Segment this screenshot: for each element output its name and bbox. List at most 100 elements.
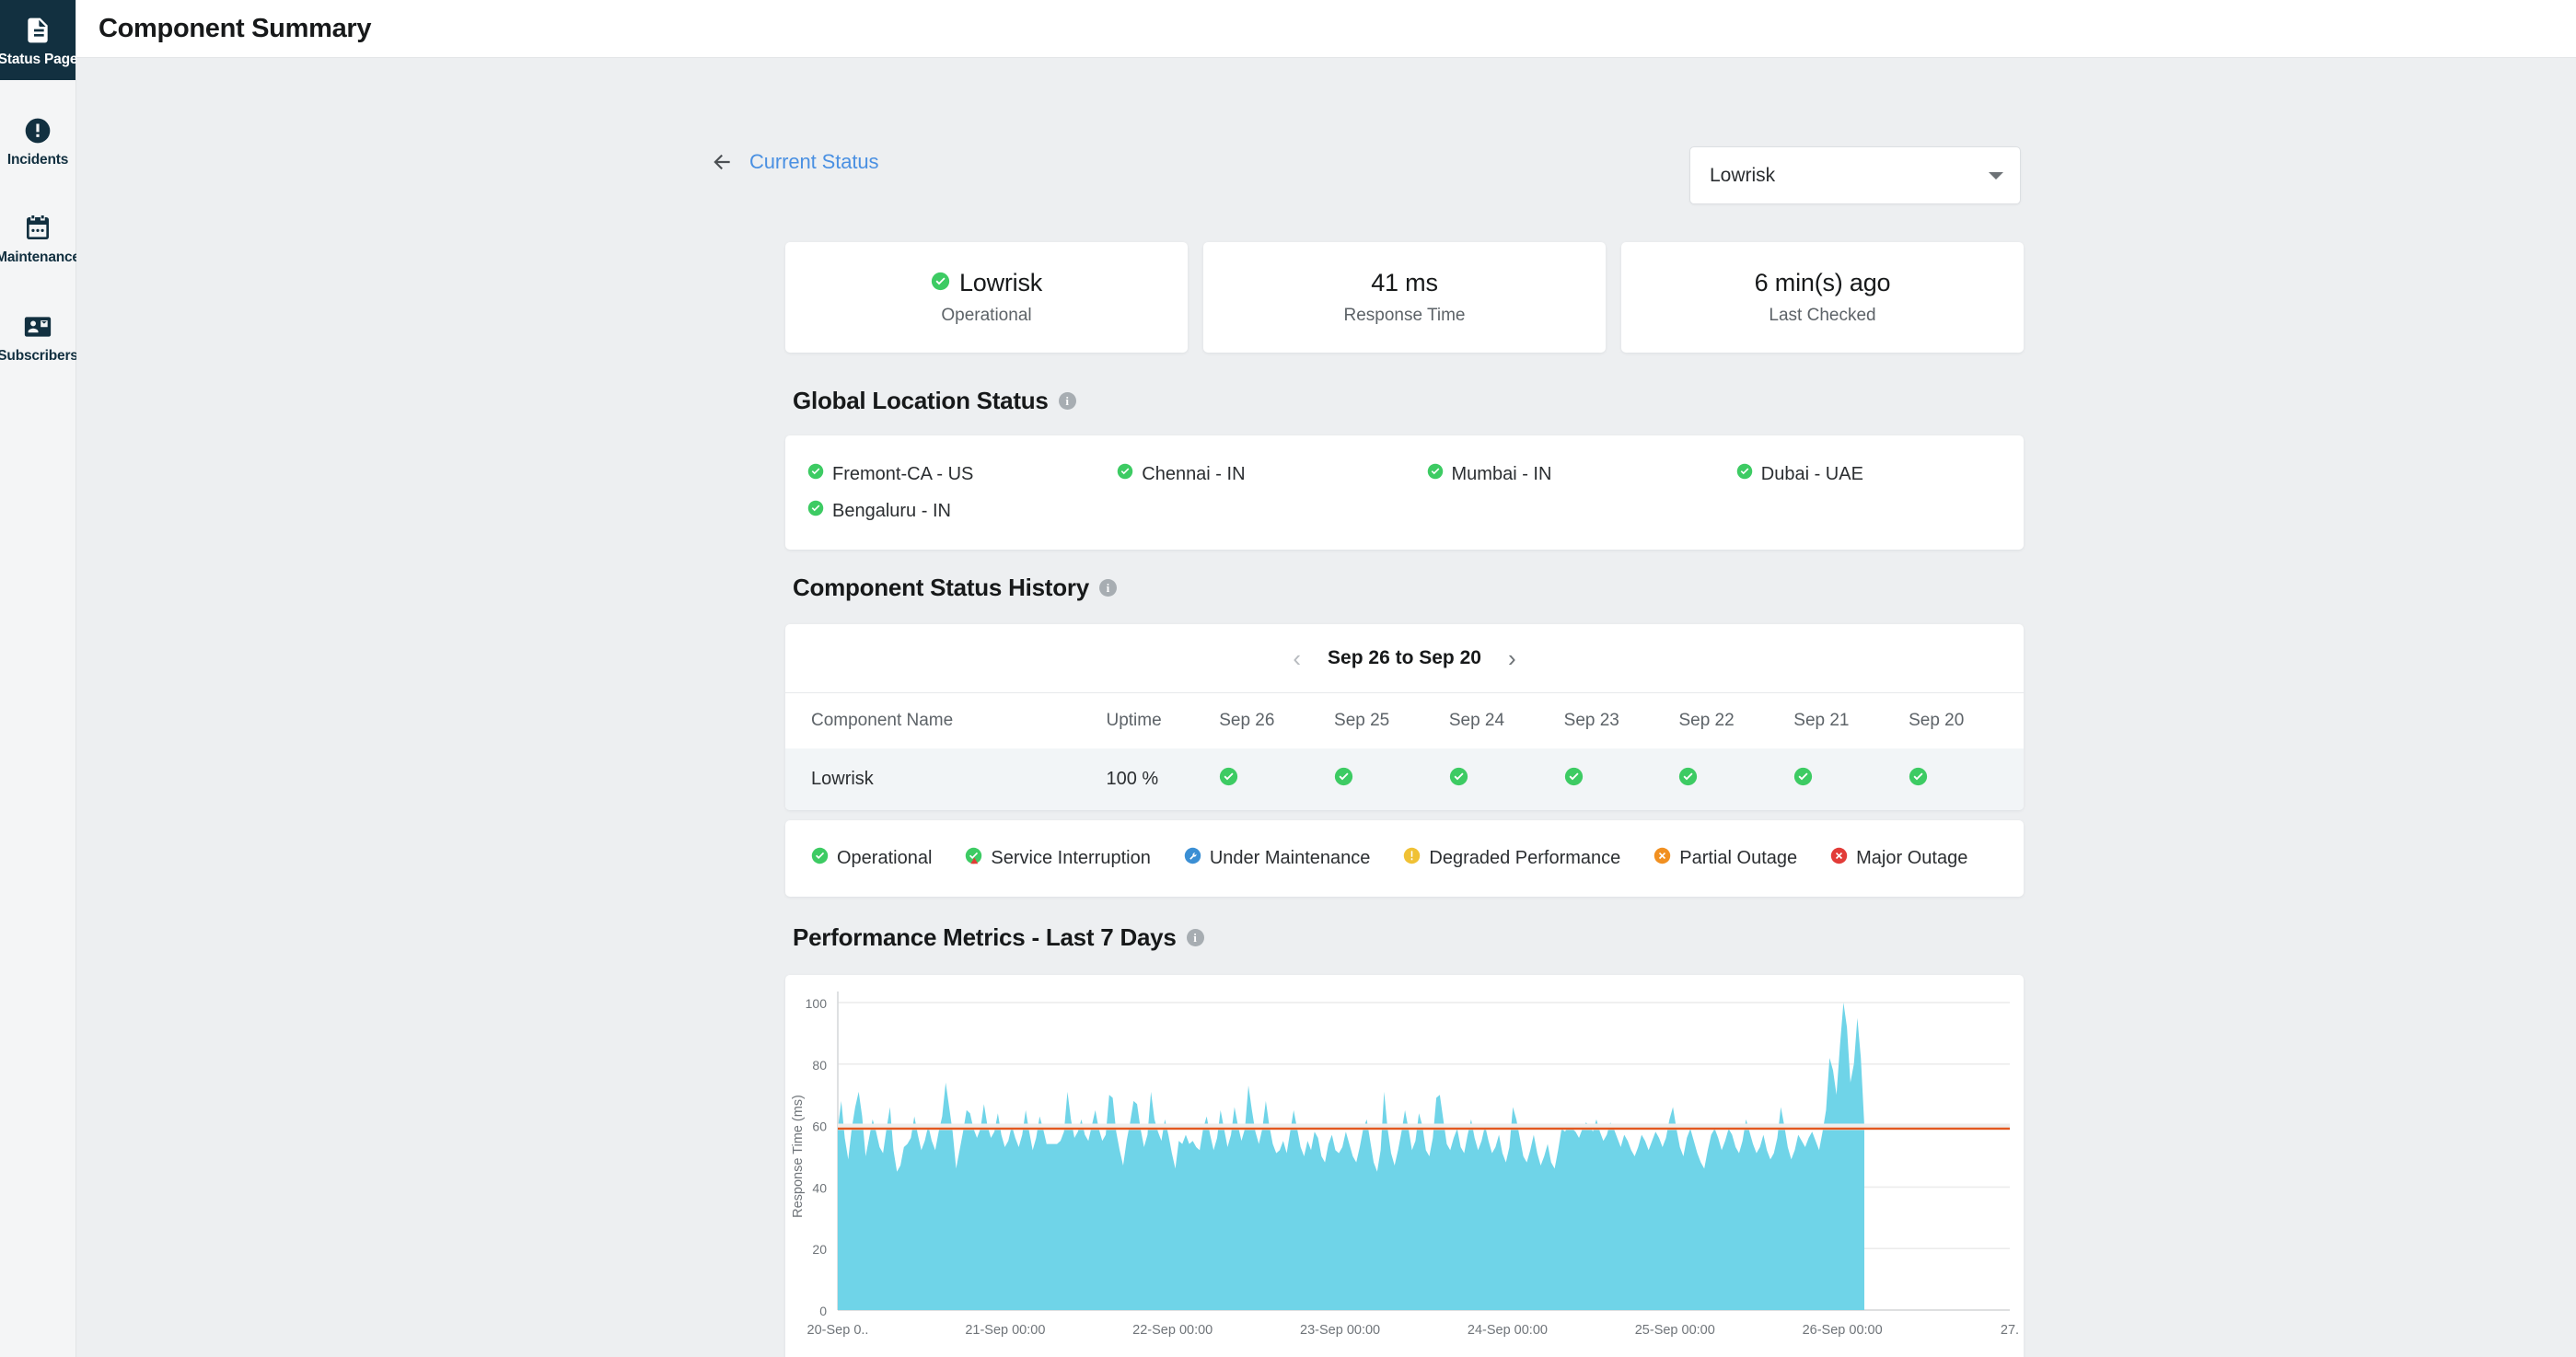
svg-text:80: 80 <box>812 1058 827 1073</box>
day-status-cell <box>1678 748 1793 810</box>
global-location-card: Fremont-CA - US Chennai - IN Mumbai - IN… <box>785 435 2024 550</box>
column-header: Sep 24 <box>1448 692 1564 748</box>
top-bar: Component Summary <box>76 0 2576 58</box>
check-circle-icon <box>1117 463 1133 485</box>
status-history-card: ‹ Sep 26 to Sep 20 › Component Name Upti… <box>785 624 2024 810</box>
svg-text:0: 0 <box>819 1304 827 1318</box>
table-row: Lowrisk 100 % <box>785 748 2024 810</box>
check-circle-icon <box>1427 463 1444 485</box>
column-header: Component Name <box>785 692 1107 748</box>
response-time-value: 41 ms <box>1371 269 1438 296</box>
location-label: Fremont-CA - US <box>832 463 974 484</box>
page-content: Current Status Lowrisk Lowrisk Operation… <box>76 58 2576 1357</box>
last-checked-value: 6 min(s) ago <box>1754 269 1891 296</box>
svg-text:26-Sep 00:00: 26-Sep 00:00 <box>1803 1323 1883 1338</box>
check-circle-icon <box>1736 463 1753 485</box>
list-item: Mumbai - IN <box>1405 456 1714 493</box>
status-card-value: Lowrisk <box>958 269 1043 296</box>
legend-label: Degraded Performance <box>1429 848 1621 868</box>
legend-item-partial-outage: Partial Outage <box>1654 847 1797 870</box>
check-circle-icon <box>807 500 824 522</box>
list-item: Fremont-CA - US <box>785 456 1095 493</box>
day-status-cell <box>1564 748 1679 810</box>
x-circle-icon <box>1654 847 1671 870</box>
check-circle-icon <box>1334 767 1353 791</box>
section-title: Component Status History <box>793 574 1089 601</box>
legend-item-under-maintenance: Under Maintenance <box>1184 847 1371 870</box>
chevron-left-icon[interactable]: ‹ <box>1290 646 1304 670</box>
x-circle-icon <box>1830 847 1848 870</box>
performance-metrics-heading: Performance Metrics - Last 7 Days i <box>793 923 1204 952</box>
breadcrumb[interactable]: Current Status <box>710 150 879 174</box>
alert-circle-icon <box>22 115 53 146</box>
check-warning-icon <box>965 847 982 870</box>
check-circle-icon <box>1564 767 1584 791</box>
section-title: Performance Metrics - Last 7 Days <box>793 923 1177 951</box>
sidebar-item-incidents[interactable]: Incidents <box>0 102 75 179</box>
svg-text:20-Sep 0..: 20-Sep 0.. <box>807 1323 869 1338</box>
uptime-cell: 100 % <box>1106 769 1159 789</box>
info-icon[interactable]: i <box>1186 929 1204 946</box>
check-circle-icon <box>1449 767 1468 791</box>
sidebar-item-status-page[interactable]: Status Page <box>0 0 77 80</box>
performance-chart-card: 0 20 40 60 80 100 20-Sep 0.. 21-Sep 00:00 22-Sep… <box>785 975 2024 1357</box>
svg-text:24-Sep 00:00: 24-Sep 00:00 <box>1468 1323 1548 1338</box>
component-select[interactable]: Lowrisk <box>1689 146 2021 204</box>
day-status-cell <box>1449 748 1564 810</box>
table-body: Lowrisk 100 % <box>785 748 2024 810</box>
component-name-cell: Lowrisk <box>811 769 874 789</box>
column-header: Sep 21 <box>1793 692 1909 748</box>
table-header: Component Name Uptime Sep 26 Sep 25 Sep … <box>785 692 2024 748</box>
table-header-row: Component Name Uptime Sep 26 Sep 25 Sep … <box>785 692 2024 748</box>
column-header: Sep 20 <box>1909 692 2024 748</box>
response-time-label: Response Time <box>1343 306 1466 325</box>
info-icon[interactable]: i <box>1098 579 1117 597</box>
legend-label: Under Maintenance <box>1209 848 1371 868</box>
status-card-label: Operational <box>941 306 1032 325</box>
svg-text:21-Sep 00:00: 21-Sep 00:00 <box>965 1323 1045 1338</box>
legend-item-operational: Operational <box>811 847 932 870</box>
chevron-right-icon[interactable]: › <box>1505 646 1519 670</box>
global-location-heading: Global Location Status i <box>793 387 1076 415</box>
info-icon[interactable]: i <box>1058 392 1076 410</box>
svg-text:60: 60 <box>812 1119 827 1134</box>
history-range-nav: ‹ Sep 26 to Sep 20 › <box>785 624 2024 692</box>
last-checked-label: Last Checked <box>1769 306 1876 325</box>
document-icon <box>22 15 53 46</box>
legend-label: Operational <box>837 848 933 868</box>
svg-text:27.: 27. <box>2001 1323 2019 1338</box>
response-time-card: 41 ms Response Time <box>1203 242 1606 353</box>
check-circle-icon <box>1219 767 1238 791</box>
check-circle-icon <box>1909 767 1928 791</box>
day-status-cell <box>1793 748 1909 810</box>
location-label: Dubai - UAE <box>1760 463 1863 484</box>
component-select-value: Lowrisk <box>1710 164 1776 186</box>
wrench-circle-icon <box>1184 847 1201 870</box>
sidebar-item-subscribers[interactable]: Subscribers <box>0 298 78 375</box>
legend-item-major-outage: Major Outage <box>1830 847 1967 870</box>
svg-text:100: 100 <box>806 996 828 1011</box>
sidebar: Status Page Incidents Maintenance Subscr… <box>0 0 80 1357</box>
svg-text:40: 40 <box>812 1180 827 1195</box>
check-circle-icon <box>931 269 950 297</box>
breadcrumb-label[interactable]: Current Status <box>749 150 879 174</box>
status-card: Lowrisk Operational <box>785 242 1188 353</box>
page-title: Component Summary <box>99 13 372 43</box>
location-label: Chennai - IN <box>1142 463 1246 484</box>
calendar-icon <box>22 213 53 244</box>
location-label: Mumbai - IN <box>1451 463 1552 484</box>
svg-text:22-Sep 00:00: 22-Sep 00:00 <box>1132 1323 1213 1338</box>
list-item: Chennai - IN <box>1095 456 1404 493</box>
status-card-value-wrap: Lowrisk <box>931 269 1042 297</box>
column-header: Sep 26 <box>1219 692 1335 748</box>
legend-item-service-interruption: Service Interruption <box>965 847 1151 870</box>
status-history-heading: Component Status History i <box>793 574 1117 602</box>
legend-label: Service Interruption <box>991 848 1151 868</box>
history-range-label: Sep 26 to Sep 20 <box>1328 647 1481 668</box>
chevron-down-icon[interactable] <box>1989 171 2003 180</box>
back-arrow-icon[interactable] <box>710 150 734 174</box>
sidebar-item-maintenance[interactable]: Maintenance <box>0 200 80 276</box>
